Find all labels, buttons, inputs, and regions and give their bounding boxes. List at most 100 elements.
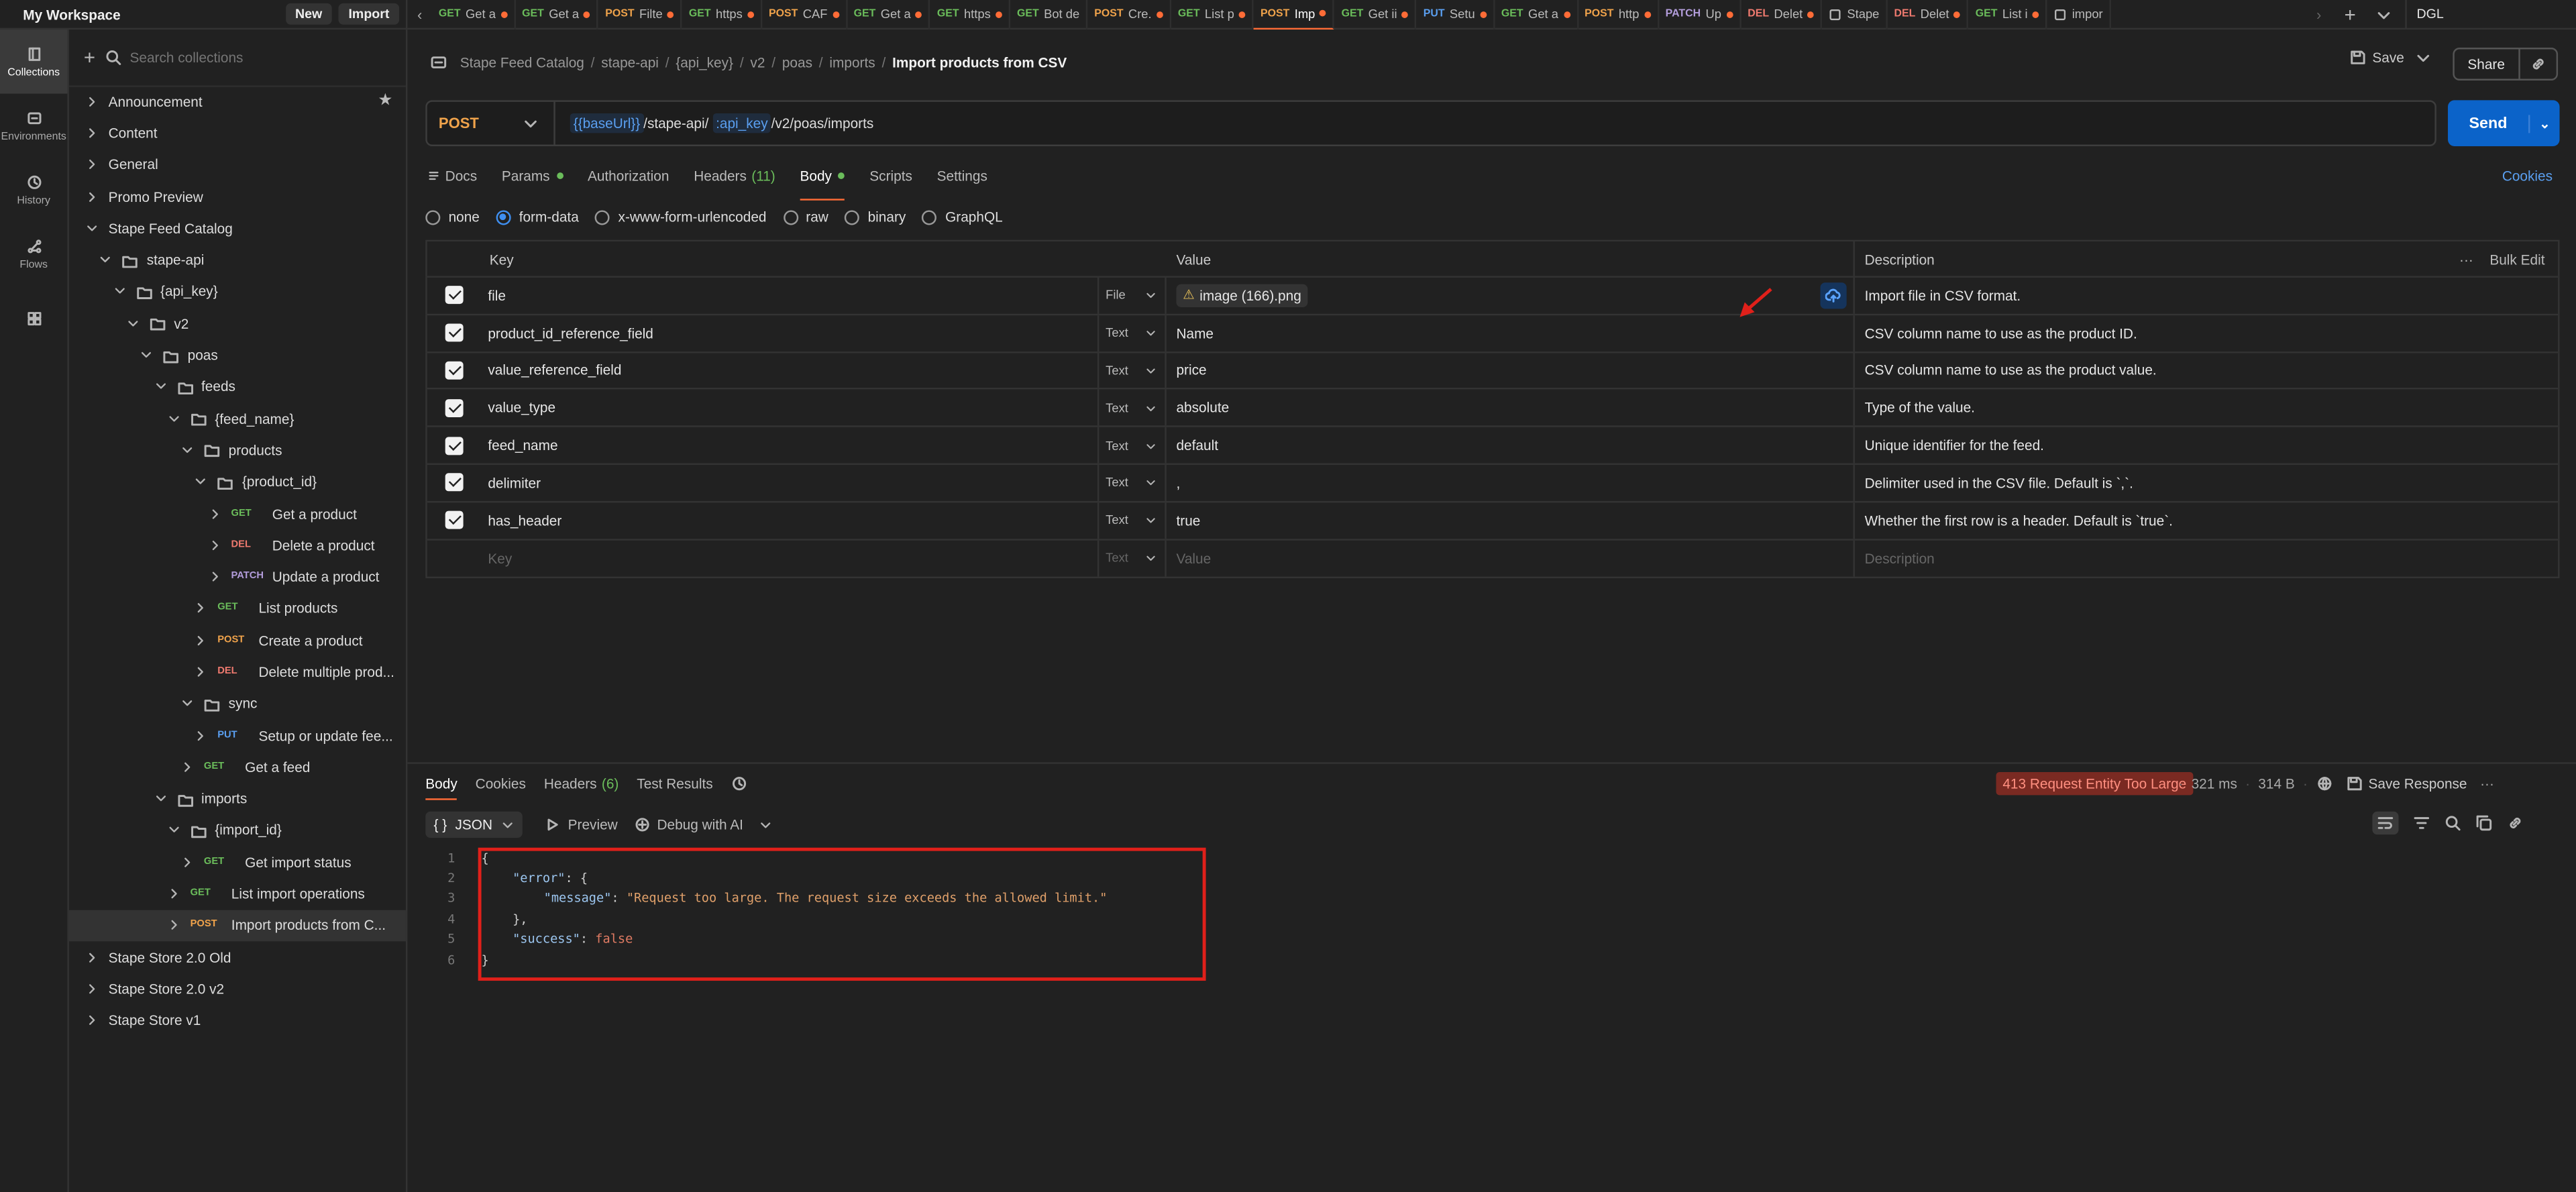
save-response-button[interactable]: Save Response [2345,775,2467,792]
chevron-right-icon[interactable] [181,855,195,869]
debug-chevron-icon[interactable] [759,818,773,832]
tree-item[interactable]: feeds [69,371,406,402]
chevron-down-icon[interactable] [181,443,195,457]
chevron-down-icon[interactable] [113,285,126,299]
chevron-right-icon[interactable] [85,951,99,964]
tree-item[interactable]: Promo Preview [69,180,406,212]
chevron-right-icon[interactable] [195,634,208,647]
request-tab[interactable]: GET List i [1969,0,2047,29]
request-tab[interactable]: GET Get a [515,0,599,29]
chevron-down-icon[interactable] [99,253,113,266]
tree-item[interactable]: Content [69,117,406,149]
request-tab[interactable]: PUT Setu [1417,0,1495,29]
new-tab-icon[interactable]: + [2331,3,2369,25]
chevron-right-icon[interactable] [195,728,208,742]
chevron-down-icon[interactable] [154,380,167,393]
response-time[interactable]: 321 ms [2192,775,2237,792]
tree-item[interactable]: General [69,149,406,180]
key-cell[interactable]: has_header [482,502,1097,538]
type-select[interactable]: Text [1097,465,1167,501]
key-cell[interactable]: product_id_reference_field [482,315,1097,351]
tree-item[interactable]: DEL Delete a product [69,529,406,561]
tree-item[interactable]: Stape Store 2.0 v2 [69,973,406,1005]
value-cell[interactable]: , [1167,465,1854,500]
row-checkbox[interactable] [445,361,464,380]
value-cell[interactable]: Name [1167,315,1854,351]
breadcrumb-item[interactable]: imports [829,54,875,70]
send-button[interactable]: Send ⌄ [2448,100,2560,146]
copy-link-icon[interactable] [2520,56,2556,72]
value-cell[interactable]: price [1167,353,1854,388]
tabs-scroll-left-icon[interactable]: ‹ [407,6,432,22]
send-options-chevron-icon[interactable]: ⌄ [2530,116,2559,131]
key-cell[interactable]: delimiter [482,465,1097,500]
request-tab[interactable]: GET Get a [1495,0,1578,29]
description-cell[interactable]: Unique identifier for the feed. [1853,427,2558,464]
cookies-link[interactable]: Cookies [2502,168,2553,184]
chevron-right-icon[interactable] [181,761,195,774]
row-checkbox[interactable] [445,511,464,529]
request-tab[interactable]: GET Bot de [1010,0,1088,29]
tree-item[interactable]: poas [69,339,406,370]
tree-item[interactable]: POST Import products from C... [68,910,406,942]
new-key-input[interactable]: Key [482,540,1097,578]
request-tab[interactable]: DEL Delet [1888,0,1969,29]
search-response-icon[interactable] [2430,815,2461,831]
file-chip[interactable]: ⚠ image (166).png [1176,284,1308,307]
key-cell[interactable]: value_reference_field [482,353,1097,388]
type-select[interactable]: Text [1097,427,1167,464]
link-icon[interactable] [2492,815,2524,831]
radio-button[interactable] [922,209,937,225]
tree-item[interactable]: GET Get import status [69,847,406,878]
chevron-down-icon[interactable] [167,824,180,837]
request-tab[interactable]: POST CAF [762,0,847,29]
request-tab[interactable]: impor [2047,0,2111,29]
tree-item[interactable]: v2 [69,307,406,339]
debug-with-ai-button[interactable]: Debug with AI [634,816,773,833]
tree-item[interactable]: GET List products [69,592,406,624]
chevron-right-icon[interactable] [85,158,99,172]
description-cell[interactable]: Delimiter used in the CSV file. Default … [1853,465,2558,501]
chevron-right-icon[interactable] [195,665,208,679]
rail-item[interactable]: Collections [0,30,68,94]
tree-item[interactable]: DEL Delete multiple prod... [69,656,406,688]
body-type-x-www-form-urlencoded[interactable]: x-www-form-urlencoded [595,209,766,225]
tab-params[interactable]: Params [502,161,564,191]
search-collections-input[interactable] [129,49,360,66]
request-tab[interactable]: GET Get a [432,0,516,29]
row-checkbox[interactable] [445,436,464,455]
row-checkbox[interactable] [445,474,464,492]
tree-item[interactable]: sync [69,688,406,719]
description-cell[interactable]: Type of the value. [1853,390,2558,426]
radio-button[interactable] [595,209,610,225]
star-icon[interactable]: ★ [378,92,392,110]
chevron-right-icon[interactable] [85,190,99,203]
request-tab[interactable]: GET Get a [847,0,931,29]
format-select[interactable]: { } JSON [425,811,523,838]
request-tab[interactable]: POST Filte [599,0,683,29]
tab-authorization[interactable]: Authorization [588,161,669,191]
chevron-down-icon[interactable] [167,412,180,425]
response-tab-test-results[interactable]: Test Results [637,775,712,792]
new-button[interactable]: New [285,3,332,25]
rail-item[interactable]: Environments [0,94,67,158]
type-select[interactable]: Text [1097,502,1167,539]
request-tab[interactable]: DEL Delet [1741,0,1823,29]
copy-icon[interactable] [2461,815,2493,831]
body-type-graphql[interactable]: GraphQL [922,209,1003,225]
request-tab[interactable]: POST http [1578,0,1659,29]
rail-item[interactable] [0,286,67,350]
breadcrumb-item[interactable]: poas [782,54,812,70]
key-cell[interactable]: file [482,278,1097,313]
chevron-right-icon[interactable] [85,1014,99,1028]
cloud-upload-icon[interactable] [1820,282,1847,309]
tree-item[interactable]: PATCH Update a product [69,561,406,592]
tree-item[interactable]: Stape Store v1 [69,1005,406,1036]
value-cell[interactable]: true [1167,502,1854,538]
response-tab-headers[interactable]: Headers (6) [544,775,619,792]
chevron-right-icon[interactable] [208,539,221,552]
type-select[interactable]: Text [1097,352,1167,388]
key-cell[interactable]: feed_name [482,427,1097,463]
chevron-right-icon[interactable] [195,602,208,615]
rail-item[interactable]: History [0,158,67,222]
